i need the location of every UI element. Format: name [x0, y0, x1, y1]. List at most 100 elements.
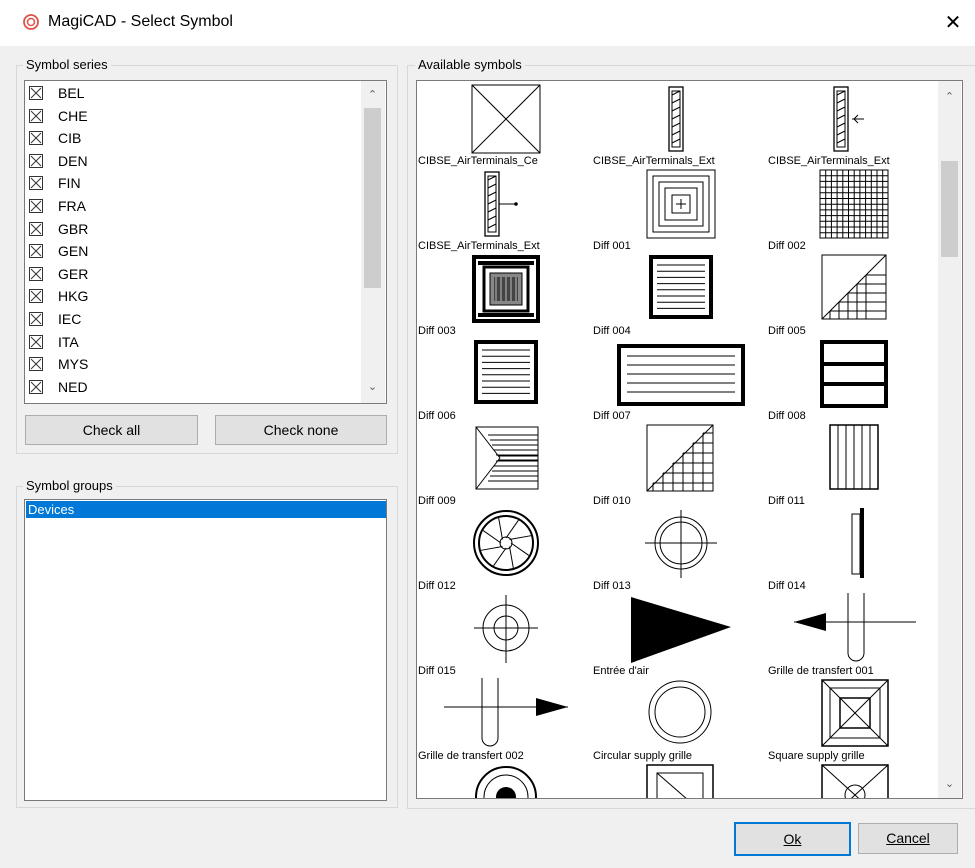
symbol-label: Grille de transfert 002 — [418, 750, 524, 762]
checkbox-checked-icon[interactable] — [29, 334, 43, 349]
checkbox-checked-icon[interactable] — [29, 289, 43, 304]
series-label: BEL — [58, 85, 85, 101]
available-symbols-grid[interactable]: CIBSE_AirTerminals_Ce CIBSE_AirTerminals_… — [416, 80, 963, 799]
list-item[interactable]: ITA — [29, 331, 349, 353]
symbol-cell[interactable]: Diff 013 — [593, 508, 768, 593]
symbol-cell[interactable]: Diff 014 — [768, 508, 938, 593]
symbol-label: CIBSE_AirTerminals_Ext — [593, 155, 715, 167]
list-item[interactable]: HKG — [29, 285, 349, 307]
symbol-cell[interactable]: Diff 005 — [768, 253, 938, 338]
symbol-cell[interactable]: CIBSE_AirTerminals_Ext — [768, 83, 938, 168]
symbol-cell[interactable]: Diff 008 — [768, 338, 938, 423]
ok-button[interactable]: Ok — [734, 822, 851, 856]
symbol-cell[interactable]: CIBSE_AirTerminals_Ce — [418, 83, 593, 168]
partial-square-icon — [646, 764, 714, 798]
lined-square-icon — [649, 255, 713, 319]
scroll-thumb[interactable] — [364, 108, 381, 288]
list-item[interactable]: GER — [29, 263, 349, 285]
symbol-cell[interactable]: Diff 012 — [418, 508, 593, 593]
framed-x-icon — [821, 679, 889, 747]
list-item[interactable]: IEC — [29, 308, 349, 330]
symbol-cell[interactable] — [768, 763, 938, 798]
vertical-lines-icon — [829, 424, 879, 490]
list-item[interactable]: CHE — [29, 105, 349, 127]
ok-label: Ok — [783, 831, 802, 847]
checkbox-checked-icon[interactable] — [29, 312, 43, 326]
magicad-logo-icon — [23, 14, 39, 30]
checkbox-checked-icon[interactable] — [29, 199, 43, 213]
available-symbols-label: Available symbols — [415, 57, 525, 73]
symbol-cell[interactable]: Diff 001 — [593, 168, 768, 253]
partial-x-icon — [821, 764, 889, 798]
checkbox-checked-icon[interactable] — [29, 244, 43, 259]
series-label: GBR — [58, 220, 89, 237]
scroll-down-arrow-icon[interactable]: ⌄ — [941, 776, 958, 793]
lined-square-icon — [474, 340, 538, 404]
symbol-cell[interactable]: CIBSE_AirTerminals_Ext — [418, 168, 593, 253]
symbol-label: Diff 002 — [768, 240, 806, 252]
list-item[interactable]: CIB — [29, 127, 349, 149]
list-item[interactable]: FRA — [29, 195, 349, 217]
symbol-cell[interactable]: Diff 009 — [418, 423, 593, 508]
list-item[interactable]: DEN — [29, 150, 349, 172]
symbol-cell[interactable] — [593, 763, 768, 798]
series-scrollbar[interactable]: ⌃ ⌄ — [361, 81, 385, 403]
wall-grille-icon — [851, 508, 864, 578]
symbol-cell[interactable]: Entrée d'air — [593, 593, 768, 678]
symbol-label: CIBSE_AirTerminals_Ext — [418, 240, 540, 252]
check-all-button[interactable]: Check all — [25, 415, 198, 445]
symbol-label: CIBSE_AirTerminals_Ext — [768, 155, 890, 167]
checkbox-checked-icon[interactable] — [29, 108, 43, 123]
list-item[interactable]: MYS — [29, 353, 349, 375]
symbol-cell[interactable]: Grille de transfert 001 — [768, 593, 938, 678]
scroll-up-arrow-icon[interactable]: ⌃ — [364, 87, 381, 104]
checkbox-checked-icon[interactable] — [29, 379, 43, 394]
scroll-thumb[interactable] — [941, 161, 958, 257]
list-item[interactable]: GBR — [29, 218, 349, 240]
symbol-cell[interactable]: Diff 002 — [768, 168, 938, 253]
list-item[interactable]: FIN — [29, 172, 349, 194]
list-item-devices[interactable]: Devices — [26, 501, 386, 518]
series-label: ITA — [58, 333, 79, 350]
grid-icon — [819, 169, 889, 239]
checkbox-checked-icon[interactable] — [29, 266, 43, 281]
scroll-down-arrow-icon[interactable]: ⌄ — [364, 379, 381, 396]
symbol-cell[interactable]: Diff 003 — [418, 253, 593, 338]
transfer-left-icon — [794, 593, 916, 662]
symbol-cell[interactable]: Diff 010 — [593, 423, 768, 508]
mesh-diffuser-icon — [472, 255, 540, 323]
checkbox-checked-icon[interactable] — [29, 221, 43, 236]
list-item[interactable]: NED — [29, 376, 349, 398]
list-item[interactable]: GEN — [29, 240, 349, 262]
symbol-groups-list[interactable]: Devices — [24, 499, 387, 801]
symbol-label: Diff 004 — [593, 325, 631, 337]
series-label: GEN — [58, 243, 89, 260]
series-label: NED — [58, 378, 88, 395]
symbol-cell[interactable]: Diff 011 — [768, 423, 938, 508]
symbol-cell[interactable]: Circular supply grille — [593, 678, 768, 763]
symbol-label: Square supply grille — [768, 750, 865, 762]
symbol-cell[interactable]: Diff 004 — [593, 253, 768, 338]
symbol-cell[interactable]: Diff 015 — [418, 593, 593, 678]
checkbox-checked-icon[interactable] — [29, 153, 43, 168]
symbol-series-list[interactable]: BEL CHE CIB DEN FIN FRA GBR GEN GER HKG IEC ITA MYS N… — [24, 80, 387, 404]
close-button[interactable]: ✕ — [938, 8, 968, 38]
check-none-button[interactable]: Check none — [215, 415, 387, 445]
checkbox-checked-icon[interactable] — [29, 86, 43, 100]
symbol-cell[interactable]: Diff 006 — [418, 338, 593, 423]
symbol-cell[interactable]: Square supply grille — [768, 678, 938, 763]
list-item[interactable]: BEL — [29, 82, 349, 104]
scroll-up-arrow-icon[interactable]: ⌃ — [941, 89, 958, 106]
symbols-scrollbar[interactable]: ⌃ ⌄ — [938, 81, 961, 798]
checkbox-checked-icon[interactable] — [29, 176, 43, 191]
checkbox-checked-icon[interactable] — [29, 357, 43, 372]
window-title: MagiCAD - Select Symbol — [48, 13, 233, 30]
wide-lined-icon — [617, 344, 745, 406]
symbol-cell[interactable] — [418, 763, 593, 798]
arrow-vanes-icon — [475, 426, 539, 490]
checkbox-checked-icon[interactable] — [29, 131, 43, 146]
cancel-button[interactable]: Cancel — [858, 823, 958, 854]
symbol-cell[interactable]: CIBSE_AirTerminals_Ext — [593, 83, 768, 168]
symbol-cell[interactable]: Grille de transfert 002 — [418, 678, 593, 763]
symbol-cell[interactable]: Diff 007 — [593, 338, 768, 423]
